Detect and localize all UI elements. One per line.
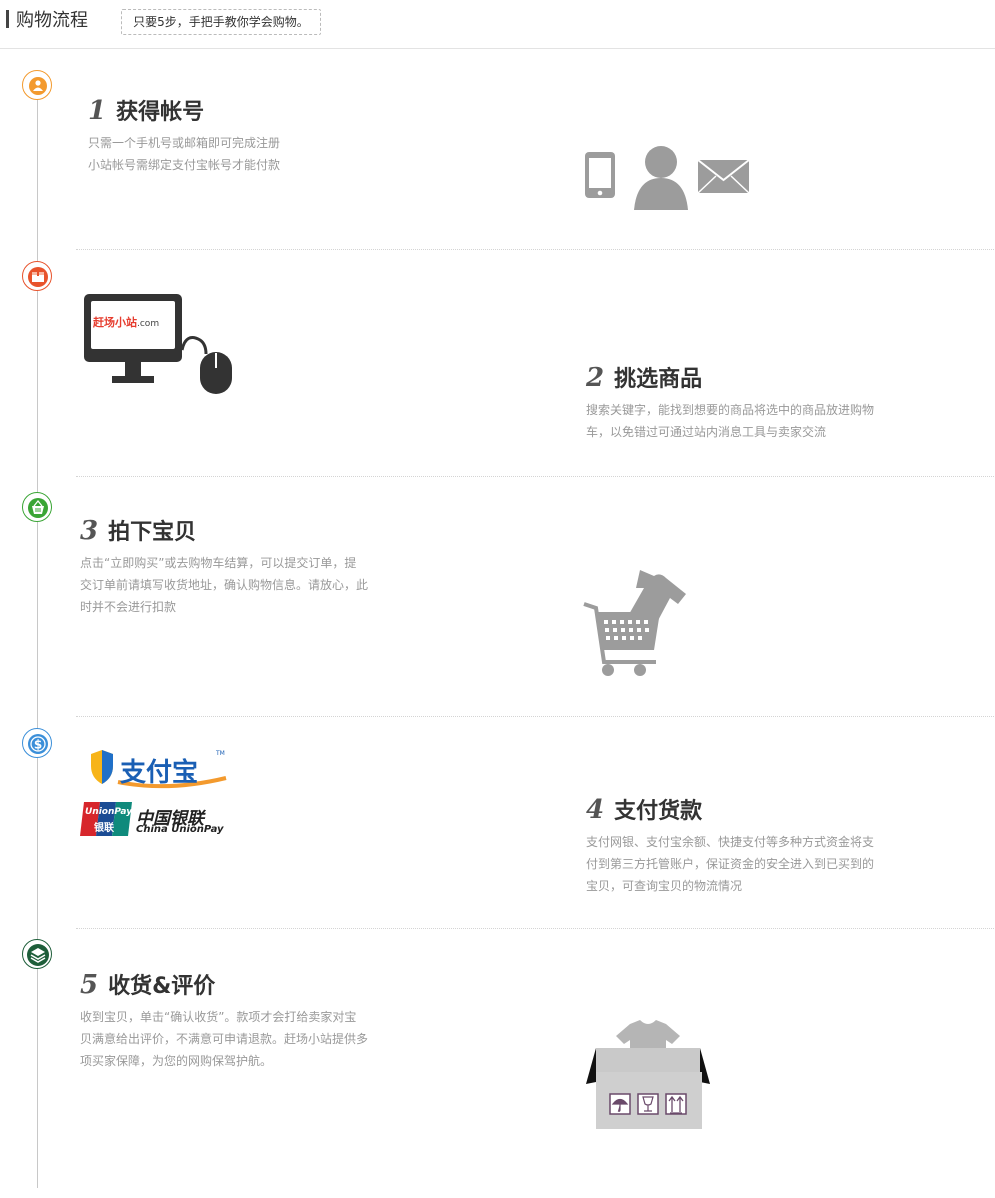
mail-icon [697, 159, 750, 194]
step-description: 收到宝贝，单击“确认收货”。款项才会打给卖家对宝 贝满意给出评价，不满意可申请退… [80, 1006, 368, 1072]
page-header: 购物流程 只要5步，手把手教你学会购物。 [0, 0, 995, 49]
package-box-icon [586, 1048, 710, 1129]
step-1: 1 获得帐号 只需一个手机号或邮箱即可完成注册 小站帐号需绑定支付宝帐号才能付款 [88, 96, 280, 176]
step-5: 5 收货&评价 收到宝贝，单击“确认收货”。款项才会打给卖家对宝 贝满意给出评价，… [80, 970, 368, 1072]
phone-icon [585, 152, 615, 198]
desc-line: 小站帐号需绑定支付宝帐号才能付款 [88, 158, 281, 172]
unionpay-en-text: China UnionPay [136, 824, 224, 835]
desc-line: 交订单前请填写收货地址，确认购物信息。请放心，此 [80, 578, 369, 592]
step-title: 1 获得帐号 [88, 96, 280, 126]
site-logo: 赶场小站.com [93, 316, 160, 329]
desc-line: 只需一个手机号或邮箱即可完成注册 [88, 136, 281, 150]
alipay-tm: TM [216, 750, 225, 757]
step1-person-icon [22, 70, 52, 100]
step-3: 3 拍下宝贝 点击“立即购买”或去购物车结算，可以提交订单，提 交订单前请填写收货… [80, 516, 368, 618]
separator [76, 249, 994, 250]
page-title: 购物流程 [16, 10, 88, 31]
step5-openbox-icon [22, 939, 52, 969]
desc-line: 付到第三方托管账户，保证资金的安全进入到已买到的 [586, 857, 875, 871]
alipay-text: 支付宝 [120, 758, 199, 788]
desc-line: 宝贝，可查询宝贝的物流情况 [586, 879, 743, 893]
cart-illustration [582, 566, 690, 682]
unionpay-card-text: UnionPay [85, 807, 133, 817]
desc-line: 搜索关键字，能找到想要的商品将选中的商品放进购物 [586, 403, 875, 417]
step-number: 3 [80, 516, 99, 546]
step-number: 1 [88, 96, 107, 126]
step-title: 5 收货&评价 [80, 970, 368, 1000]
desc-line: 支付网银、支付宝余额、快捷支付等多种方式资金将支 [586, 835, 875, 849]
shopping-cart-icon [583, 602, 660, 676]
desc-line: 点击“立即购买”或去购物车结算，可以提交订单，提 [80, 556, 357, 570]
desc-line: 时并不会进行扣款 [80, 600, 177, 614]
step-description: 搜索关键字，能找到想要的商品将选中的商品放进购物 车，以免错过可通过站内消息工具… [586, 399, 874, 443]
step-4: 4 支付货款 支付网银、支付宝余额、快捷支付等多种方式资金将支 付到第三方托管账户… [586, 795, 874, 897]
step-description: 支付网银、支付宝余额、快捷支付等多种方式资金将支 付到第三方托管账户，保证资金的… [586, 831, 874, 897]
step-title-text: 挑选商品 [614, 367, 703, 392]
unionpay-card: UnionPay 银联 [80, 802, 132, 836]
desc-line: 收到宝贝，单击“确认收货”。款项才会打给卖家对宝 [80, 1010, 357, 1024]
package-illustration [584, 1018, 712, 1136]
step2-box-icon [22, 261, 52, 291]
step4-coin-icon: $ [22, 728, 52, 758]
account-illustration [584, 142, 754, 218]
step-title-text: 支付货款 [614, 799, 703, 824]
separator [76, 716, 994, 717]
step3-basket-icon [22, 492, 52, 522]
step-title: 4 支付货款 [586, 795, 874, 825]
computer-illustration: 赶场小站.com [82, 292, 242, 400]
step-title: 3 拍下宝贝 [80, 516, 368, 546]
separator [76, 476, 994, 477]
step-description: 点击“立即购买”或去购物车结算，可以提交订单，提 交订单前请填写收货地址，确认购… [80, 552, 368, 618]
desc-line: 项买家保障，为您的网购保驾护航。 [80, 1054, 273, 1068]
step-number: 2 [586, 363, 605, 393]
step-title-text: 拍下宝贝 [108, 520, 197, 545]
step-number: 4 [586, 795, 605, 825]
user-icon [634, 146, 688, 210]
step-number: 5 [80, 970, 99, 1000]
svg-text:$: $ [34, 738, 42, 752]
step-description: 只需一个手机号或邮箱即可完成注册 小站帐号需绑定支付宝帐号才能付款 [88, 132, 280, 176]
separator [76, 928, 994, 929]
header-accent-bar [6, 10, 9, 28]
desc-line: 车，以免错过可通过站内消息工具与卖家交流 [586, 425, 827, 439]
header-tip: 只要5步，手把手教你学会购物。 [121, 9, 321, 35]
unionpay-card-cn: 银联 [94, 823, 114, 834]
step-title-text: 获得帐号 [116, 100, 205, 125]
step-title: 2 挑选商品 [586, 363, 874, 393]
step-title-text: 收货&评价 [108, 974, 216, 999]
step-2: 2 挑选商品 搜索关键字，能找到想要的商品将选中的商品放进购物 车，以免错过可通过… [586, 363, 874, 443]
desc-line: 贝满意给出评价，不满意可申请退款。赶场小站提供多 [80, 1032, 369, 1046]
